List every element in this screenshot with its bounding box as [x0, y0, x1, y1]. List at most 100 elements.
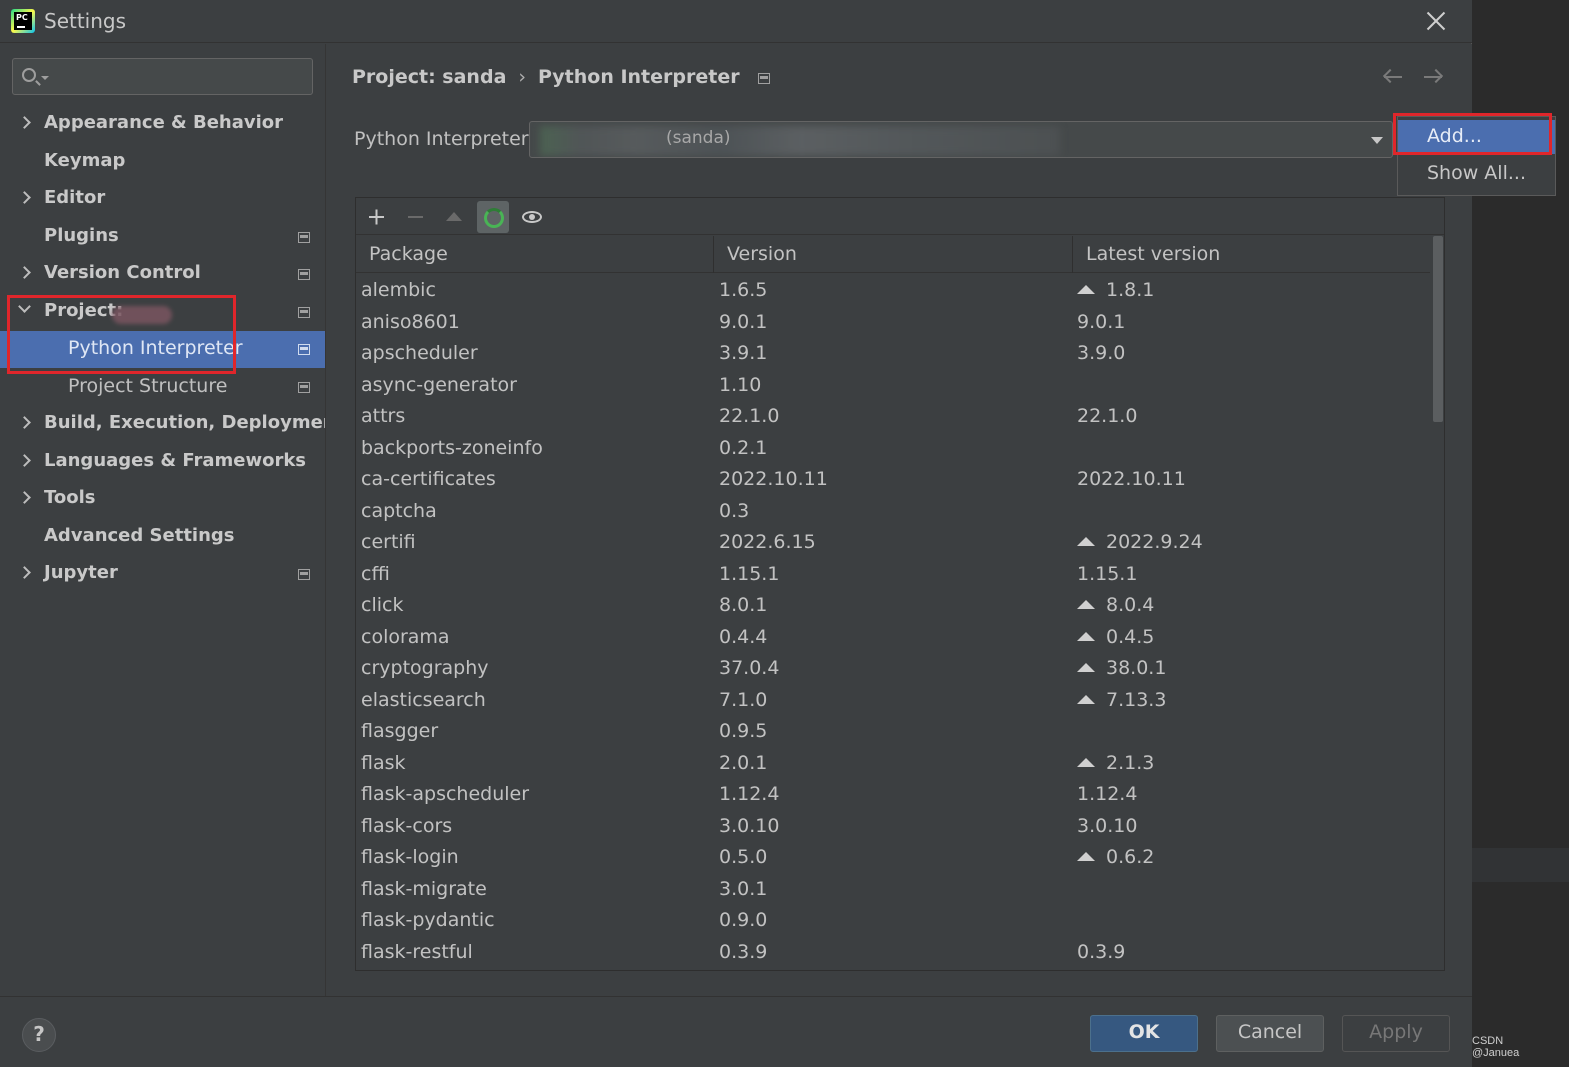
- sidebar-item-project[interactable]: Project:: [0, 294, 325, 331]
- table-row[interactable]: aniso8601 9.0.1 9.0.1: [356, 306, 1430, 338]
- eye-icon[interactable]: [516, 201, 548, 233]
- breadcrumb: Project: sanda › Python Interpreter: [352, 66, 770, 88]
- sidebar-item-jupyter[interactable]: Jupyter: [0, 556, 325, 593]
- ok-button[interactable]: OK: [1090, 1015, 1198, 1052]
- project-level-icon: [298, 307, 310, 318]
- cell-text: 2022.10.11: [1077, 468, 1186, 490]
- cancel-button[interactable]: Cancel: [1216, 1015, 1324, 1052]
- sidebar-item-tools[interactable]: Tools: [0, 481, 325, 518]
- package-version: 1.12.4: [719, 783, 779, 805]
- forward-arrow-icon[interactable]: [1421, 66, 1445, 88]
- package-name: async-generator: [361, 374, 517, 396]
- sidebar-item-project-structure[interactable]: Project Structure: [0, 369, 325, 406]
- table-row[interactable]: flask 2.0.1 2.1.3: [356, 747, 1430, 779]
- sidebar-item-appearance-behavior[interactable]: Appearance & Behavior: [0, 106, 325, 143]
- cell-text: 1.12.4: [719, 783, 780, 805]
- chevron-right-icon[interactable]: [18, 416, 31, 429]
- chevron-right-icon[interactable]: [18, 266, 31, 279]
- table-row[interactable]: certifi 2022.6.15 2022.9.24: [356, 526, 1430, 558]
- cell-text: cffi: [361, 562, 390, 585]
- chevron-right-icon[interactable]: [18, 454, 31, 467]
- package-name: alembic: [361, 279, 436, 301]
- menu-item-add[interactable]: Add...: [1398, 120, 1555, 154]
- cell-text: 1.10: [719, 373, 762, 396]
- sidebar-item-editor[interactable]: Editor: [0, 181, 325, 218]
- interpreter-dropdown[interactable]: (sanda): [529, 121, 1393, 158]
- search-icon: [22, 68, 36, 82]
- cell-text: flasgger: [361, 720, 439, 742]
- table-row[interactable]: cffi 1.15.1 1.15.1: [356, 558, 1430, 590]
- search-dropdown-icon[interactable]: [41, 76, 49, 80]
- cell-text: 0.2.1: [719, 436, 768, 459]
- search-input[interactable]: [53, 63, 303, 89]
- table-row[interactable]: colorama 0.4.4 0.4.5: [356, 621, 1430, 653]
- cell-text: colorama: [361, 625, 450, 648]
- cell-text: click: [361, 594, 404, 616]
- table-row[interactable]: attrs 22.1.0 22.1.0: [356, 400, 1430, 432]
- latest-version: 38.0.1: [1077, 657, 1166, 679]
- cell-text: elasticsearch: [361, 688, 486, 711]
- minus-icon[interactable]: [399, 201, 431, 233]
- pycharm-logo-icon: PC: [11, 9, 35, 33]
- cell-text: 9.0.1: [719, 310, 768, 333]
- table-row[interactable]: flask-apscheduler 1.12.4 1.12.4: [356, 778, 1430, 810]
- latest-version: 3.9.0: [1077, 342, 1125, 364]
- sidebar-item-python-interpreter[interactable]: Python Interpreter: [0, 331, 325, 368]
- add-interpreter-menu: Add... Show All...: [1397, 116, 1556, 196]
- table-row[interactable]: alembic 1.6.5 1.8.1: [356, 274, 1430, 306]
- latest-version: 1.12.4: [1077, 783, 1137, 805]
- table-row[interactable]: backports-zoneinfo 0.2.1: [356, 432, 1430, 464]
- table-row[interactable]: flasgger 0.9.5: [356, 715, 1430, 747]
- packages-toolbar: [356, 198, 1444, 235]
- search-box[interactable]: [12, 58, 313, 95]
- chevron-right-icon[interactable]: [18, 491, 31, 504]
- chevron-right-icon[interactable]: [18, 191, 31, 204]
- breadcrumb-project[interactable]: Project: sanda: [352, 66, 506, 88]
- upgrade-available-icon: [1077, 600, 1095, 609]
- upgrade-icon[interactable]: [438, 201, 470, 233]
- cell-text: 0.9.0: [719, 909, 768, 931]
- column-header-latest-version[interactable]: Latest version: [1073, 236, 1430, 273]
- table-row[interactable]: elasticsearch 7.1.0 7.13.3: [356, 684, 1430, 716]
- package-name: attrs: [361, 405, 405, 427]
- column-header-package[interactable]: Package: [356, 236, 714, 273]
- close-icon[interactable]: [1423, 8, 1449, 34]
- table-row[interactable]: flask-login 0.5.0 0.6.2: [356, 841, 1430, 873]
- table-row[interactable]: flask-pydantic 0.9.0: [356, 904, 1430, 936]
- table-row[interactable]: apscheduler 3.9.1 3.9.0: [356, 337, 1430, 369]
- table-row[interactable]: click 8.0.1 8.0.4: [356, 589, 1430, 621]
- table-row[interactable]: cryptography 37.0.4 38.0.1: [356, 652, 1430, 684]
- chevron-down-icon[interactable]: [18, 300, 31, 313]
- table-row[interactable]: ca-certificates 2022.10.11 2022.10.11: [356, 463, 1430, 495]
- package-name: apscheduler: [361, 342, 478, 364]
- table-row[interactable]: captcha 0.3: [356, 495, 1430, 527]
- table-row[interactable]: async-generator 1.10: [356, 369, 1430, 401]
- chevron-right-icon[interactable]: [18, 116, 31, 129]
- refresh-icon[interactable]: [477, 201, 509, 233]
- table-scrollbar[interactable]: [1432, 236, 1444, 932]
- table-row[interactable]: flask-migrate 3.0.1: [356, 873, 1430, 905]
- help-button[interactable]: ?: [22, 1018, 56, 1052]
- plus-icon[interactable]: [360, 201, 392, 233]
- sidebar-item-plugins[interactable]: Plugins: [0, 219, 325, 256]
- latest-version: 3.0.10: [1077, 815, 1137, 837]
- sidebar-item-keymap[interactable]: Keymap: [0, 144, 325, 181]
- cell-text: 7.13.3: [1106, 688, 1167, 711]
- back-arrow-icon[interactable]: [1381, 66, 1405, 88]
- sidebar-item-advanced-settings[interactable]: Advanced Settings: [0, 519, 325, 556]
- chevron-right-icon[interactable]: [18, 566, 31, 579]
- table-row[interactable]: flask-cors 3.0.10 3.0.10: [356, 810, 1430, 842]
- sidebar-item-languages-frameworks[interactable]: Languages & Frameworks: [0, 444, 325, 481]
- scrollbar-thumb[interactable]: [1433, 236, 1443, 422]
- menu-item-show-all[interactable]: Show All...: [1398, 157, 1555, 191]
- sidebar-item-version-control[interactable]: Version Control: [0, 256, 325, 293]
- latest-version: 0.6.2: [1077, 846, 1154, 868]
- sidebar-item-build-execution-deployment[interactable]: Build, Execution, Deployment: [0, 406, 344, 443]
- apply-button[interactable]: Apply: [1342, 1015, 1450, 1052]
- table-row[interactable]: flask-restful 0.3.9 0.3.9: [356, 936, 1430, 968]
- column-header-version[interactable]: Version: [714, 236, 1073, 273]
- cell-text: 7.1.0: [719, 688, 768, 711]
- package-version: 1.6.5: [719, 279, 767, 301]
- cell-text: 2022.9.24: [1106, 531, 1203, 553]
- chevron-down-icon[interactable]: [1371, 137, 1383, 144]
